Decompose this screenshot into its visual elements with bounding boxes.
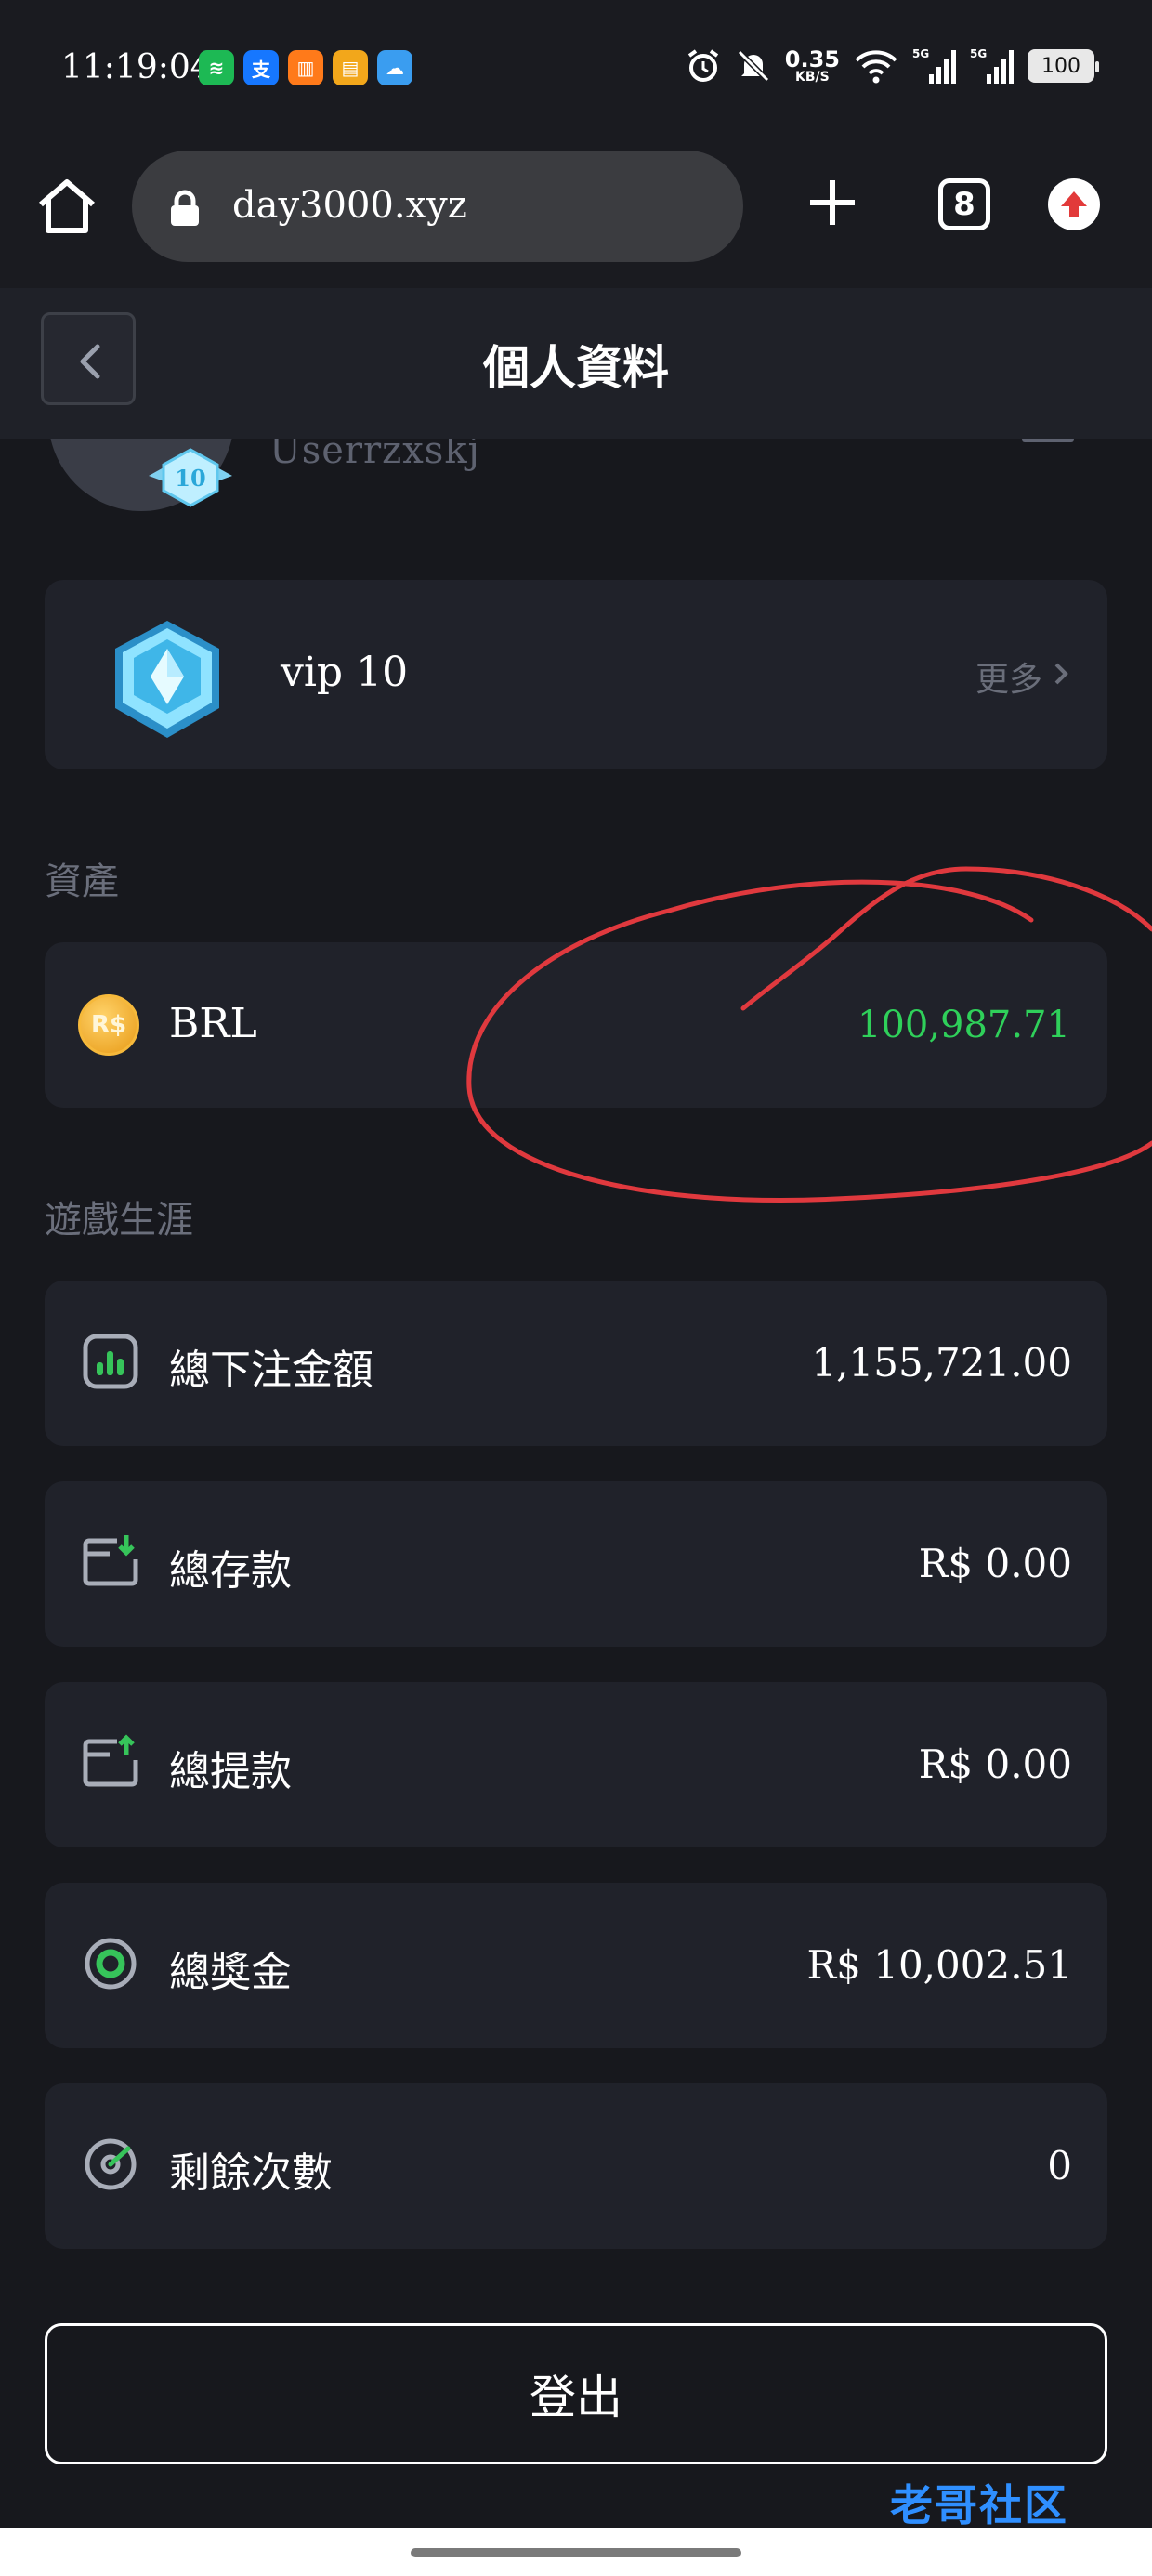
tab-switcher-button[interactable]: 8 (938, 178, 990, 230)
stat-label: 總存款 (169, 1547, 292, 1595)
status-right: 0.35 KB/S 5G 5G 100 (685, 46, 1099, 85)
network-speed-unit: KB/S (795, 70, 830, 85)
currency-code: BRL (169, 1000, 257, 1047)
stat-remaining-count: 剩餘次數 0 (45, 2083, 1107, 2249)
alipay-icon: 支 (243, 50, 279, 85)
vip-more-link[interactable]: 更多 (975, 652, 1042, 701)
address-bar[interactable]: day3000.xyz (132, 151, 743, 262)
stat-label: 總獎金 (169, 1949, 292, 1996)
svg-text:5G: 5G (912, 47, 929, 60)
stat-label: 剩餘次數 (169, 2149, 333, 2197)
chevron-right-icon (1054, 663, 1068, 685)
stat-value: R$ 0.00 (918, 1741, 1072, 1787)
vip-card[interactable]: vip 10 更多 (45, 580, 1107, 769)
assets-section-title: 資產 (45, 861, 119, 903)
vip-diamond-icon (115, 621, 219, 738)
stat-value: 0 (1047, 2143, 1072, 2188)
stat-value: R$ 0.00 (918, 1541, 1072, 1586)
stat-value: R$ 10,002.51 (806, 1942, 1072, 1988)
asset-row-brl[interactable]: R$ BRL 100,987.71 (45, 942, 1107, 1108)
vip-label: vip 10 (281, 649, 409, 696)
wifi-icon (855, 50, 897, 84)
notification-icons: ≋ 支 ▥ ▤ ☁ (199, 50, 412, 85)
battery-icon: 100 (1028, 49, 1099, 83)
network-speed-value: 0.35 (784, 46, 840, 72)
stat-total-bet: 總下注金額 1,155,721.00 (45, 1281, 1107, 1446)
stat-total-withdraw: 總提款 R$ 0.00 (45, 1682, 1107, 1847)
withdraw-icon (83, 1734, 138, 1787)
stat-total-bonus: 總獎金 R$ 10,002.51 (45, 1883, 1107, 2048)
career-section-title: 遊戲生涯 (45, 1199, 193, 1242)
url-text[interactable]: day3000.xyz (232, 184, 467, 227)
deposit-icon (83, 1535, 138, 1586)
page-header: 個人資料 (0, 288, 1152, 439)
signal-5g-icon: 5G (912, 47, 956, 84)
bonus-target-icon (85, 1938, 137, 1990)
arrow-up-icon (1061, 191, 1087, 217)
watermark-logo: 老哥社区 (890, 2480, 1068, 2530)
stat-total-deposit: 總存款 R$ 0.00 (45, 1481, 1107, 1647)
page-title: 個人資料 (483, 341, 669, 395)
lock-icon (171, 190, 199, 226)
remaining-gauge-icon (85, 2138, 137, 2190)
balance-value: 100,987.71 (857, 1004, 1070, 1046)
level-number: 10 (175, 465, 205, 492)
update-button[interactable] (1048, 178, 1100, 230)
signal-5g-icon: 5G (970, 47, 1014, 84)
system-nav-bar (0, 2528, 1152, 2576)
stat-value: 1,155,721.00 (811, 1340, 1072, 1386)
logout-button[interactable]: 登出 (45, 2323, 1107, 2464)
network-speed: 0.35 KB/S (785, 48, 840, 84)
svg-text:5G: 5G (970, 47, 987, 60)
books-icon: ▥ (288, 50, 323, 85)
wallet-icon: ▤ (333, 50, 368, 85)
stat-label: 總下注金額 (169, 1347, 373, 1394)
status-bar: 11:19:04 ≋ 支 ▥ ▤ ☁ 0.35 KB/S 5G 5G 100 (0, 0, 1152, 139)
brl-coin-icon: R$ (78, 994, 139, 1056)
browser-toolbar: day3000.xyz 8 (0, 139, 1152, 288)
spotify-icon: ≋ (199, 50, 234, 85)
stat-label: 總提款 (169, 1748, 292, 1795)
mute-icon (737, 49, 769, 83)
status-time: 11:19:04 (61, 48, 212, 86)
new-tab-icon[interactable] (806, 177, 858, 229)
home-indicator[interactable] (411, 2548, 741, 2557)
home-icon[interactable] (35, 175, 98, 238)
weather-icon: ☁ (377, 50, 412, 85)
level-badge: 10 (149, 448, 232, 507)
alarm-icon (687, 49, 718, 82)
bet-chart-icon (83, 1334, 138, 1389)
